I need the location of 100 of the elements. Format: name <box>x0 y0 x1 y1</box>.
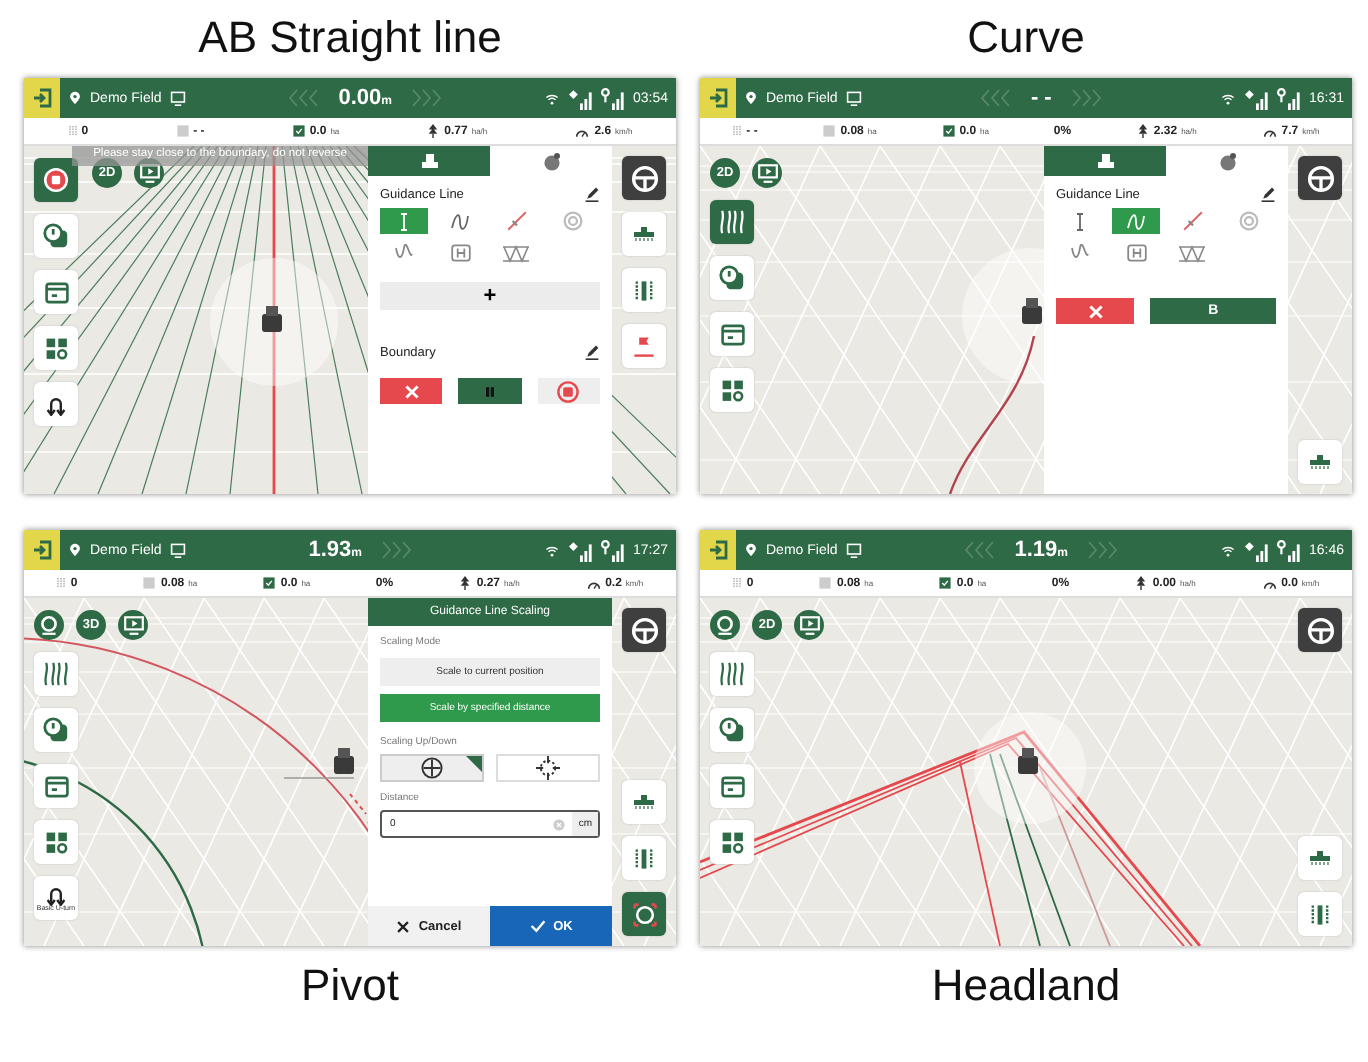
headland-icon <box>449 242 471 264</box>
tool-button[interactable] <box>34 652 78 696</box>
steering-button[interactable] <box>622 608 666 652</box>
highlight-circle <box>974 712 1086 824</box>
check-icon <box>529 918 546 934</box>
tool-button[interactable] <box>710 368 754 412</box>
direction-button[interactable] <box>496 754 600 782</box>
ruler-icon <box>67 124 78 138</box>
location-pin-icon <box>68 542 82 558</box>
steering-button[interactable] <box>1298 608 1342 652</box>
camera-icon <box>714 614 736 636</box>
check-square-icon <box>941 124 956 138</box>
tool-button[interactable] <box>622 892 666 936</box>
curve-line-icon <box>1124 211 1148 231</box>
monitor-icon <box>845 542 862 558</box>
alerts-icon <box>42 222 70 250</box>
speedometer-icon <box>1261 577 1278 589</box>
tool-button[interactable] <box>710 200 754 244</box>
tool-button[interactable] <box>1298 836 1342 880</box>
angle-line-icon <box>1181 210 1203 232</box>
tool-button[interactable] <box>622 212 666 256</box>
steering-wheel-icon <box>1305 163 1335 193</box>
wifi-icon <box>1220 91 1237 105</box>
tool-button[interactable] <box>710 256 754 300</box>
exit-button[interactable] <box>24 78 60 118</box>
camera-button[interactable] <box>34 610 64 640</box>
monitor-icon <box>169 90 186 106</box>
delete-button[interactable] <box>380 378 443 404</box>
tool-button[interactable] <box>1298 892 1342 936</box>
stop-record-icon <box>42 166 70 194</box>
panel-tab[interactable] <box>1044 146 1166 176</box>
caption: AB Straight line <box>198 10 502 66</box>
tool-button[interactable] <box>34 820 78 864</box>
video-screen-icon <box>121 614 145 636</box>
speedometer-icon <box>585 577 602 589</box>
tool-button[interactable] <box>710 764 754 808</box>
exit-button[interactable] <box>700 530 736 570</box>
exit-icon <box>32 88 52 108</box>
tool-button[interactable] <box>622 836 666 880</box>
tractor-icon <box>419 151 439 171</box>
tool-button[interactable] <box>34 708 78 752</box>
square-icon <box>142 576 157 590</box>
monitor-icon <box>845 90 862 106</box>
angle-line-icon <box>505 210 527 232</box>
satellite-signal-icon <box>568 539 593 561</box>
tool-button[interactable] <box>34 326 78 370</box>
line-type-button[interactable] <box>1112 208 1160 234</box>
tool-button[interactable] <box>622 268 666 312</box>
location-pin-icon <box>744 90 758 106</box>
apps-icon <box>43 335 69 361</box>
tool-button[interactable] <box>34 382 78 426</box>
stop-record-icon <box>556 379 581 403</box>
steering-button[interactable] <box>1298 156 1342 200</box>
tool-button[interactable] <box>34 158 78 202</box>
tool-button[interactable] <box>622 780 666 824</box>
tractor-icon <box>1018 748 1038 774</box>
tool-button[interactable] <box>34 764 78 808</box>
ruler-icon <box>732 124 743 138</box>
tool-button[interactable] <box>34 270 78 314</box>
video-button[interactable] <box>118 610 148 640</box>
monitor-icon <box>169 542 186 558</box>
window-icon <box>719 321 745 347</box>
tool-button[interactable] <box>1298 440 1342 484</box>
square-icon <box>818 576 833 590</box>
close-icon <box>403 383 420 399</box>
antenna-signal-icon <box>1276 87 1301 109</box>
tool-button[interactable] <box>710 652 754 696</box>
stop-button[interactable] <box>537 378 600 404</box>
tool-button[interactable] <box>34 214 78 258</box>
window-icon <box>43 773 69 799</box>
delete-button[interactable] <box>1056 298 1135 324</box>
clear-icon <box>552 817 567 831</box>
camera-icon <box>38 614 60 636</box>
wavy-lines-icon <box>718 208 746 236</box>
tool-button[interactable] <box>710 708 754 752</box>
pause-button[interactable] <box>458 378 522 404</box>
square-icon <box>175 124 190 138</box>
implement-icon <box>630 224 658 244</box>
exit-button[interactable] <box>700 78 736 118</box>
line-type-button[interactable] <box>380 208 428 234</box>
add-button[interactable]: + <box>380 282 600 310</box>
apps-icon <box>719 377 745 403</box>
panel-tab[interactable] <box>368 146 490 176</box>
close-icon <box>396 919 411 933</box>
video-button[interactable] <box>794 610 824 640</box>
video-button[interactable] <box>752 158 782 188</box>
steering-button[interactable] <box>622 156 666 200</box>
direction-button[interactable] <box>380 754 484 782</box>
wavy-lines-icon <box>42 660 70 688</box>
tool-button[interactable] <box>710 312 754 356</box>
caption: Curve <box>967 10 1085 66</box>
exit-button[interactable] <box>24 530 60 570</box>
camera-button[interactable] <box>710 610 740 640</box>
location-pin-icon <box>744 542 758 558</box>
flag-icon <box>632 334 656 358</box>
target-icon <box>631 901 657 927</box>
globe-icon <box>541 151 561 171</box>
multi-curve-icon <box>1068 243 1092 263</box>
ruler-icon <box>732 576 743 590</box>
tool-button[interactable] <box>710 820 754 864</box>
